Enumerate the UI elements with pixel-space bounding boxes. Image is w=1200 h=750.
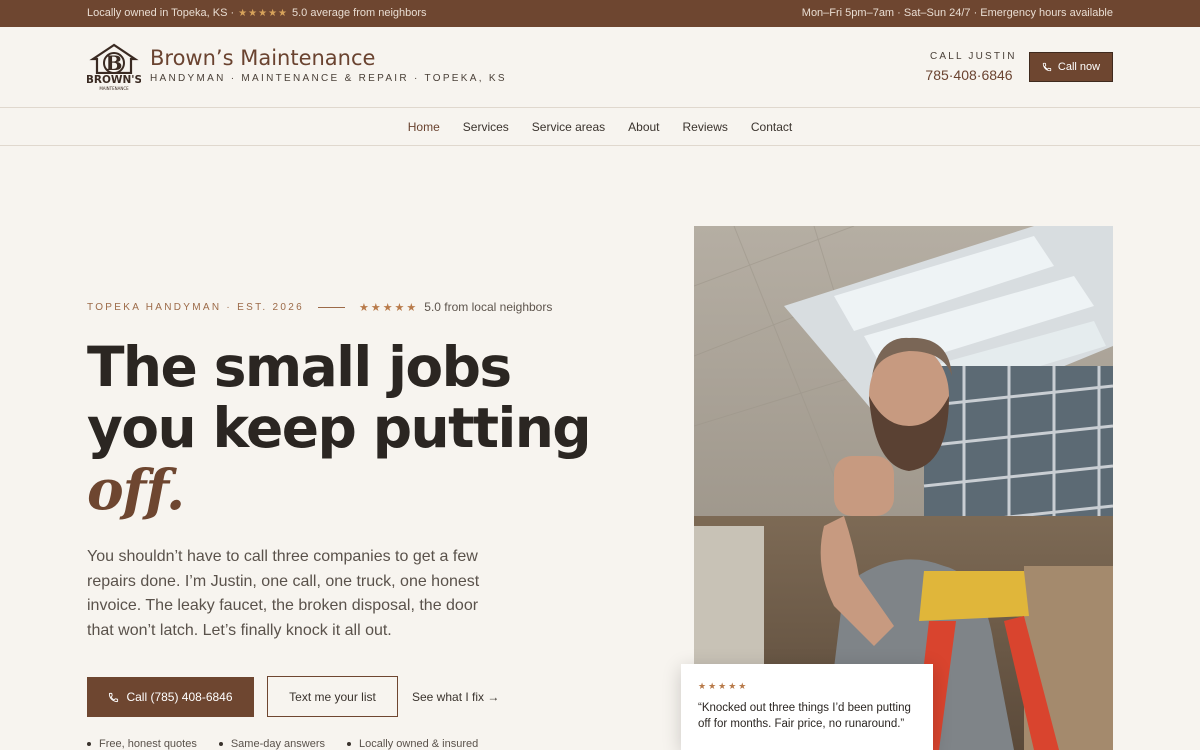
logo-subtext: MAINTENANCE	[99, 86, 129, 91]
main-nav: Home Services Service areas About Review…	[0, 108, 1200, 146]
call-phone-button[interactable]: Call (785) 408-6846	[87, 677, 254, 717]
nav-item-reviews[interactable]: Reviews	[683, 120, 728, 134]
see-what-i-fix-link[interactable]: See what I fix →	[412, 690, 499, 704]
hero-rating-text: 5.0 from local neighbors	[424, 300, 553, 314]
call-now-label: Call now	[1057, 61, 1101, 73]
eyebrow-divider	[317, 306, 345, 308]
site-header: B BROWN'S MAINTENANCE Brown’s Maintenanc…	[0, 27, 1200, 108]
phone-icon	[109, 692, 119, 702]
nav-item-services[interactable]: Services	[463, 120, 509, 134]
topbar-hours: Mon–Fri 5pm–7am · Sat–Sun 24/7 · Emergen…	[801, 7, 1113, 19]
call-now-button[interactable]: Call now	[1029, 52, 1113, 82]
nav-item-service-areas[interactable]: Service areas	[532, 120, 605, 134]
review-card: ★★★★★ “Knocked out three things I’d been…	[681, 664, 933, 750]
review-quote: “Knocked out three things I’d been putti…	[698, 702, 911, 730]
hero-headline: The small jobs you keep putting off.	[87, 335, 607, 522]
topbar-location: Locally owned in Topeka, KS · ★★★★★ 5.0 av…	[87, 7, 427, 19]
phone-icon	[1042, 62, 1052, 72]
trust-bullets: Free, honest quotes Same-day answers Loc…	[87, 738, 478, 750]
call-phone-label: Call (785) 408-6846	[126, 690, 233, 704]
nav-item-contact[interactable]: Contact	[751, 120, 792, 134]
brand-logo[interactable]: B BROWN'S MAINTENANCE	[87, 43, 141, 91]
topbar-rating-text: 5.0 average from neighbors	[292, 7, 427, 19]
hero-description: You shouldn’t have to call three compani…	[87, 548, 480, 639]
headline-line-2: you keep putting	[87, 396, 592, 460]
header-phone-number[interactable]: 785·408·6846	[922, 67, 1016, 83]
trust-bullet: Same-day answers	[219, 738, 325, 750]
hero-eyebrow: TOPEKA HANDYMAN · EST. 2026 ★★★★★ 5.0 fr…	[87, 300, 552, 314]
top-info-bar: Locally owned in Topeka, KS · ★★★★★ 5.0 av…	[0, 0, 1200, 27]
headline-line-1: The small jobs	[87, 335, 512, 399]
topbar-location-text: Locally owned in Topeka, KS ·	[87, 7, 235, 19]
trust-bullet: Locally owned & insured	[347, 738, 478, 750]
logo-wordmark: BROWN'S	[87, 74, 141, 86]
nav-item-about[interactable]: About	[628, 120, 659, 134]
brand-tagline: HANDYMAN · MAINTENANCE & REPAIR · TOPEKA…	[150, 73, 507, 84]
logo-letter: B	[106, 51, 123, 75]
brand-name[interactable]: Brown’s Maintenance	[150, 46, 375, 70]
headline-accent: off.	[87, 457, 185, 522]
text-me-button[interactable]: Text me your list	[267, 676, 398, 717]
call-justin-label: CALL JUSTIN	[930, 51, 1017, 62]
nav-item-home[interactable]: Home	[408, 120, 440, 134]
topbar-star-rating: ★★★★★	[238, 8, 288, 19]
review-star-rating: ★★★★★	[698, 681, 749, 691]
trust-bullet: Free, honest quotes	[87, 738, 197, 750]
hero-eyebrow-tag: TOPEKA HANDYMAN · EST. 2026	[87, 301, 304, 313]
hero-star-rating: ★★★★★	[358, 301, 419, 314]
